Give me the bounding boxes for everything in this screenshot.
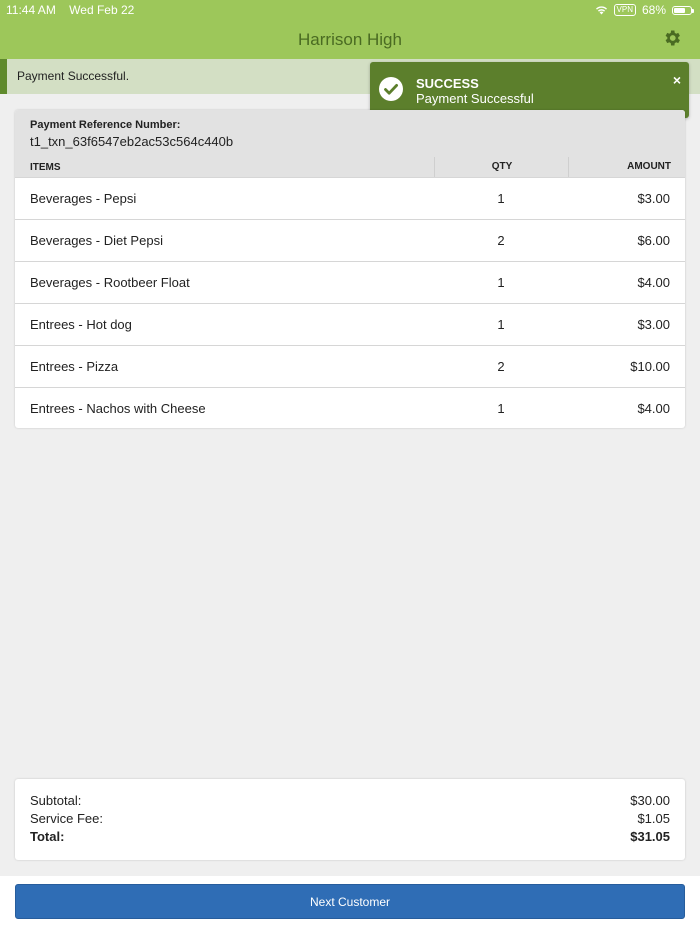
item-qty: 2: [497, 359, 505, 374]
page-title: Harrison High: [298, 30, 402, 49]
table-row: Beverages - Diet Pepsi 2 $6.00: [15, 219, 685, 261]
item-amount: $10.00: [630, 359, 670, 374]
item-qty: 2: [497, 233, 505, 248]
app-header: Harrison High: [0, 20, 700, 59]
column-items: ITEMS: [30, 162, 61, 173]
table-row: Beverages - Pepsi 1 $3.00: [15, 177, 685, 219]
wifi-icon: [595, 6, 607, 15]
service-fee-label: Service Fee:: [30, 811, 103, 826]
total-line: Total: $31.05: [30, 829, 670, 845]
item-name: Beverages - Rootbeer Float: [30, 275, 190, 290]
status-right: VPN 68%: [595, 3, 694, 17]
item-amount: $4.00: [637, 401, 670, 416]
close-icon[interactable]: ×: [673, 72, 681, 88]
item-name: Beverages - Pepsi: [30, 191, 137, 206]
status-left: 11:44 AM Wed Feb 22: [6, 3, 134, 17]
subtotal-line: Subtotal: $30.00: [30, 793, 670, 809]
gear-icon[interactable]: [662, 28, 682, 48]
item-qty: 1: [497, 275, 505, 290]
item-qty: 1: [497, 191, 505, 206]
table-row: Entrees - Hot dog 1 $3.00: [15, 303, 685, 345]
subtotal-value: $30.00: [630, 793, 670, 808]
item-qty: 1: [497, 317, 505, 332]
items-table: Beverages - Pepsi 1 $3.00 Beverages - Di…: [15, 177, 685, 428]
service-fee-value: $1.05: [637, 811, 670, 826]
column-amount: AMOUNT: [568, 157, 685, 177]
battery-fill: [674, 7, 685, 13]
toast-message: Payment Successful: [416, 91, 534, 106]
receipt-card: Payment Reference Number: t1_txn_63f6547…: [15, 110, 685, 428]
next-customer-button[interactable]: Next Customer: [15, 884, 685, 919]
table-row: Entrees - Nachos with Cheese 1 $4.00: [15, 387, 685, 428]
item-qty: 1: [497, 401, 505, 416]
table-row: Entrees - Pizza 2 $10.00: [15, 345, 685, 387]
check-circle-icon: [379, 77, 403, 101]
battery-percent: 68%: [641, 3, 666, 17]
reference-area: Payment Reference Number: t1_txn_63f6547…: [15, 110, 685, 177]
bottom-bar: Next Customer: [0, 876, 700, 934]
service-fee-line: Service Fee: $1.05: [30, 811, 670, 827]
subtotal-label: Subtotal:: [30, 793, 82, 808]
column-qty: QTY: [434, 157, 569, 177]
status-time: 11:44 AM: [6, 3, 56, 17]
table-header: ITEMS QTY AMOUNT: [15, 157, 685, 177]
table-row: Beverages - Rootbeer Float 1 $4.00: [15, 261, 685, 303]
battery-icon: [672, 5, 694, 15]
item-name: Entrees - Nachos with Cheese: [30, 401, 206, 416]
status-date: Wed Feb 22: [69, 3, 135, 17]
item-amount: $3.00: [637, 317, 670, 332]
item-amount: $6.00: [637, 233, 670, 248]
toast-title: SUCCESS: [416, 76, 479, 91]
reference-value: t1_txn_63f6547eb2ac53c564c440b: [30, 134, 234, 149]
status-bar: 11:44 AM Wed Feb 22 VPN 68%: [0, 0, 700, 20]
item-name: Entrees - Hot dog: [30, 317, 132, 332]
item-amount: $3.00: [637, 191, 670, 206]
item-name: Entrees - Pizza: [30, 359, 119, 374]
item-amount: $4.00: [637, 275, 670, 290]
total-value: $31.05: [630, 829, 670, 844]
total-label: Total:: [30, 829, 65, 844]
banner-text: Payment Successful.: [17, 69, 130, 83]
item-name: Beverages - Diet Pepsi: [30, 233, 163, 248]
vpn-badge: VPN: [613, 4, 636, 16]
totals-card: Subtotal: $30.00 Service Fee: $1.05 Tota…: [15, 779, 685, 860]
reference-label: Payment Reference Number:: [30, 119, 181, 131]
